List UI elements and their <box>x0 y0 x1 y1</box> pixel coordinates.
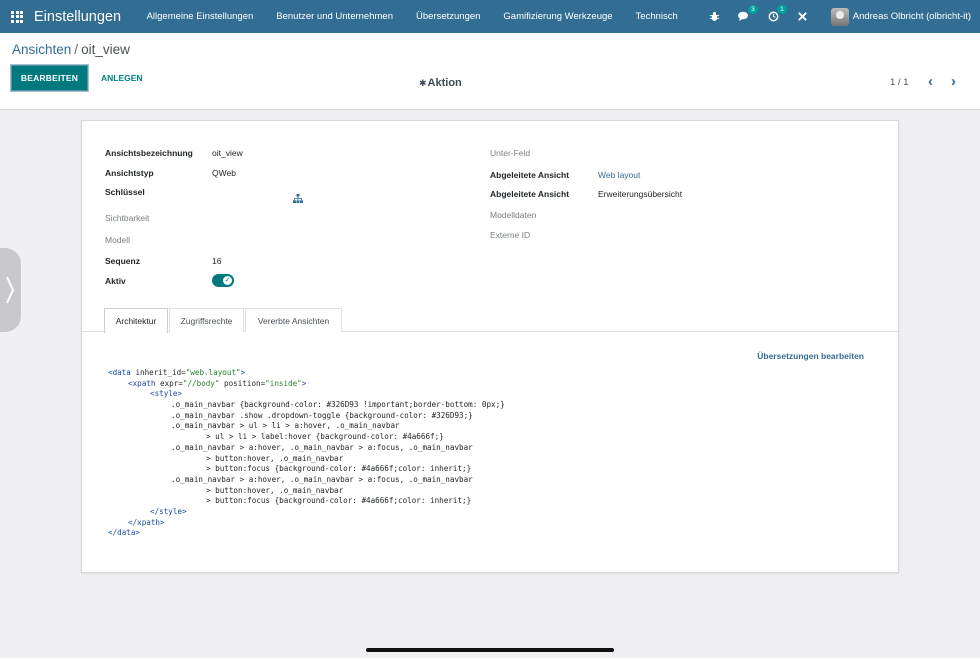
breadcrumb: Ansichten / oit_view <box>12 42 130 57</box>
create-button[interactable]: ANLEGEN <box>101 73 143 83</box>
app-brand[interactable]: Einstellungen <box>34 9 121 25</box>
tab-access-rights[interactable]: Zugriffsrechte <box>169 308 244 332</box>
code-line: <style> <box>150 389 183 399</box>
code-line: .o_main_navbar > a:hover, .o_main_navbar… <box>171 442 473 452</box>
key-label: Schlüssel <box>105 187 145 197</box>
menu-item-translations[interactable]: Übersetzungen <box>404 11 491 22</box>
external-id-label: Externe ID <box>490 230 531 240</box>
view-type-value: QWeb <box>212 168 236 178</box>
inherit-mode-label: Abgeleitete Ansicht <box>490 189 570 199</box>
sequence-label: Sequenz <box>105 256 140 266</box>
inherit-mode-value: Erweiterungsübersicht <box>598 189 683 199</box>
apps-menu-icon[interactable] <box>0 0 34 33</box>
code-line: > button:focus {background-color: #4a666… <box>206 496 472 506</box>
edit-button[interactable]: BEARBEITEN <box>11 65 88 91</box>
pager-value[interactable]: 1 / 1 <box>890 77 909 88</box>
breadcrumb-separator: / <box>74 42 79 57</box>
code-line: > button:focus {background-color: #4a666… <box>206 464 472 474</box>
chevron-right-icon <box>5 276 14 304</box>
code-line: > button:hover, .o_main_navbar <box>206 453 344 463</box>
view-name-value: oit_view <box>212 148 243 158</box>
code-line: .o_main_navbar > ul > li > a:hover, .o_m… <box>171 421 400 431</box>
view-type-label: Ansichtstyp <box>105 168 154 178</box>
systray: 3 1 Andreas Olbricht (olbricht-it) <box>700 0 980 33</box>
code-line: </style> <box>150 506 187 516</box>
debug-bug-icon[interactable] <box>709 11 720 22</box>
child-field-label: Unter-Feld <box>490 148 531 158</box>
code-line: <data inherit_id="web.layout"> <box>108 368 246 377</box>
model-data-label: Modelldaten <box>490 210 537 220</box>
action-menu-button[interactable]: ✱ Aktion <box>419 77 462 89</box>
code-line: > button:hover, .o_main_navbar <box>206 485 344 495</box>
code-line: .o_main_navbar {background-color: #326D9… <box>171 400 505 410</box>
tab-architecture[interactable]: Architektur <box>104 308 168 333</box>
control-panel: Ansichten / oit_view BEARBEITEN ANLEGEN ✱ A… <box>0 33 980 110</box>
activity-badge: 1 <box>777 5 787 14</box>
code-line: <xpath expr="//body" position="inside"> <box>128 378 307 388</box>
view-name-label: Ansichtsbezeichnung <box>105 148 193 158</box>
inherited-view-label: Abgeleitete Ansicht <box>490 170 570 180</box>
form-sheet: Ansichtsbezeichnung oit_view Ansichtstyp… <box>81 120 899 573</box>
menu-item-general-settings[interactable]: Allgemeine Einstellungen <box>135 11 265 22</box>
active-toggle[interactable] <box>212 274 234 287</box>
tab-inherited-views[interactable]: Vererbte Ansichten <box>245 308 342 332</box>
model-label: Modell <box>105 235 131 245</box>
menu-item-technical[interactable]: Technisch <box>624 11 689 22</box>
code-line: .o_main_navbar > a:hover, .o_main_navbar… <box>171 474 473 484</box>
tools-cross-icon[interactable] <box>797 11 808 22</box>
code-line: .o_main_navbar .show .dropdown-toggle {b… <box>171 410 473 420</box>
messages-chat-icon[interactable]: 3 <box>737 5 758 22</box>
messages-badge: 3 <box>748 5 758 14</box>
chevron-right-icon[interactable]: › <box>951 73 956 90</box>
edit-translations-button[interactable]: Übersetzungen bearbeiten <box>757 351 864 361</box>
menu-item-gamification-tools[interactable]: Gamifizierung Werkzeuge <box>492 11 624 22</box>
code-line: </data> <box>108 528 141 538</box>
active-label: Aktiv <box>105 276 126 286</box>
inherited-view-link[interactable]: Web layout <box>598 170 640 180</box>
arch-code-editor[interactable]: <data inherit_id="web.layout"> <xpath ex… <box>108 368 878 539</box>
chevron-left-icon[interactable]: ‹ <box>928 73 933 90</box>
user-menu[interactable]: Andreas Olbricht (olbricht-it) <box>853 11 971 22</box>
user-avatar[interactable] <box>830 7 849 26</box>
breadcrumb-parent-link[interactable]: Ansichten <box>12 42 71 57</box>
sitemap-icon[interactable] <box>293 194 303 205</box>
main-menu: Allgemeine Einstellungen Benutzer und Un… <box>135 11 689 22</box>
activity-clock-icon[interactable]: 1 <box>768 5 787 22</box>
visibility-label: Sichtbarkeit <box>105 213 150 223</box>
main-navbar: Einstellungen Allgemeine Einstellungen B… <box>0 0 980 33</box>
code-line: </xpath> <box>128 517 165 527</box>
side-panel-handle[interactable] <box>0 248 21 332</box>
sequence-value: 16 <box>212 256 222 266</box>
menu-item-users-companies[interactable]: Benutzer und Unternehmen <box>265 11 405 22</box>
gear-icon: ✱ <box>419 77 427 88</box>
notebook-tabs: Architektur Zugriffsrechte Vererbte Ansi… <box>82 308 898 333</box>
code-line: > ul > li > label:hover {background-colo… <box>206 432 444 442</box>
breadcrumb-current: oit_view <box>81 42 130 57</box>
home-indicator <box>366 648 614 652</box>
action-menu-label: Aktion <box>427 77 462 89</box>
